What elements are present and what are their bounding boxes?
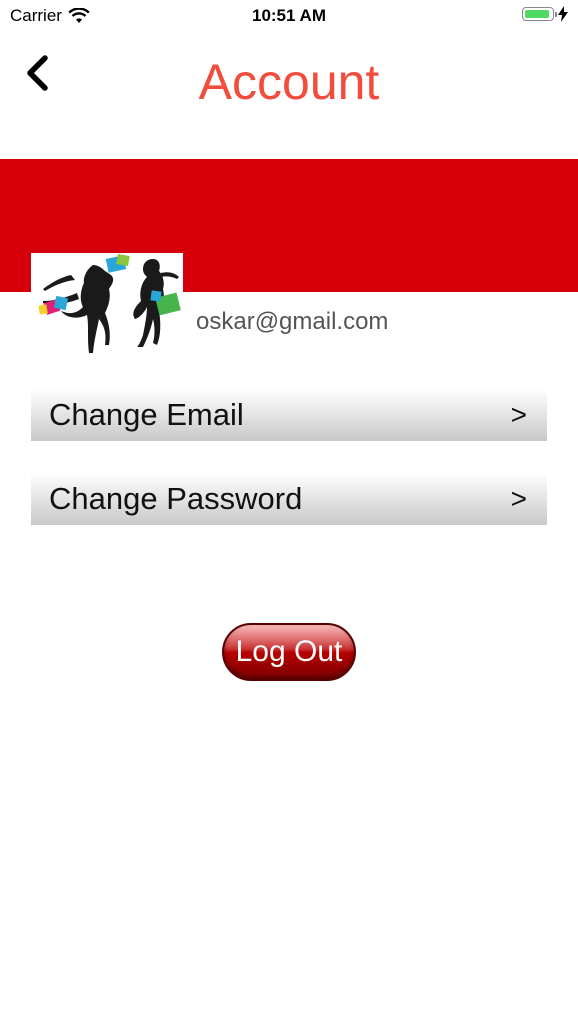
user-email: oskar@gmail.com (196, 308, 389, 335)
change-password-label: Change Password (49, 481, 303, 516)
status-bar: Carrier 10:51 AM (0, 0, 578, 32)
logout-button[interactable]: Log Out (222, 623, 356, 681)
page-title: Account (198, 54, 380, 110)
battery-icon (522, 7, 557, 21)
status-time: 10:51 AM (251, 6, 326, 25)
battery-indicator (522, 6, 568, 22)
charging-bolt-icon (558, 6, 568, 22)
change-email-label: Change Email (49, 397, 244, 432)
avatar (31, 253, 183, 357)
chevron-right-icon: > (510, 399, 527, 430)
shopping-silhouettes-image (38, 254, 181, 353)
change-email-button[interactable]: Change Email > (31, 389, 547, 441)
chevron-right-icon: > (510, 483, 527, 514)
change-password-button[interactable]: Change Password > (31, 473, 547, 525)
